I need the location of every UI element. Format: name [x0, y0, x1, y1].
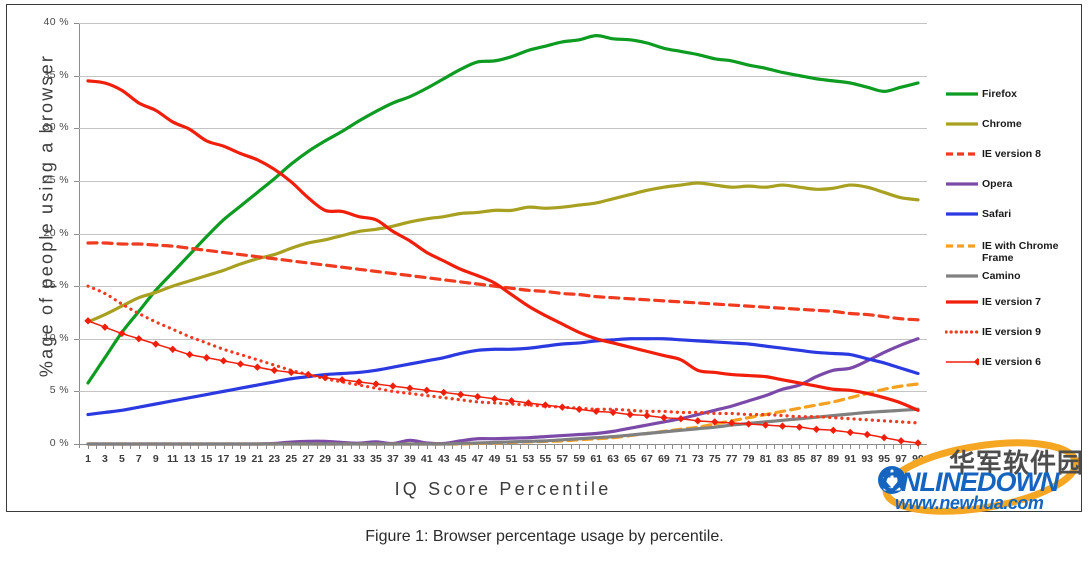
legend-label: IE version 9 [982, 326, 1041, 338]
legend-item[interactable]: IE with Chrome Frame [945, 239, 1058, 264]
y-tick-label: 30 % [43, 121, 69, 134]
legend-swatch-icon [945, 325, 979, 339]
series-marker [812, 425, 821, 433]
series-marker [829, 426, 837, 434]
chart-frame: %age of people using a browser 0 % 5 % 10 … [6, 4, 1083, 515]
figure-caption: Figure 1: Browser percentage usage by pe… [365, 528, 724, 545]
legend-swatch-icon [945, 355, 979, 369]
legend-item[interactable]: Firefox [945, 87, 1017, 101]
series-line [86, 337, 920, 417]
y-tick-label: 15 % [43, 279, 69, 292]
series-marker [626, 410, 634, 419]
legend-label: IE with Chrome Frame [982, 240, 1059, 264]
series-marker [253, 363, 262, 371]
y-tick-label: 35 % [43, 68, 69, 81]
legend-swatch-icon [945, 117, 979, 131]
figure-container: %age of people using a browser 0 % 5 % 10 … [0, 0, 1089, 566]
series-marker [778, 422, 787, 430]
legend-label: Opera [982, 178, 1013, 190]
series-marker [389, 382, 397, 390]
legend-swatch-icon [945, 177, 979, 191]
legend-item[interactable]: Chrome [945, 117, 1022, 131]
legend-label: Camino [982, 270, 1021, 282]
y-tick-label: 25 % [43, 173, 69, 186]
series-marker [558, 403, 566, 411]
series-marker [406, 384, 414, 392]
series-marker [152, 340, 160, 348]
legend-swatch-icon [945, 147, 979, 161]
plot-area: 0 % 5 % 10 % 15 % 20 % 25 % 30 % 35 % 40 % 13579… [43, 16, 927, 465]
series-marker [694, 417, 702, 425]
legend-label: IE version 6 [982, 356, 1041, 368]
legend-item[interactable]: IE version 9 [945, 325, 1041, 339]
series-marker [456, 390, 465, 399]
series-marker [185, 350, 194, 359]
series-marker [440, 388, 448, 397]
series-marker [541, 401, 550, 409]
legend-label: Chrome [982, 118, 1022, 130]
watermark-url-text: www.newhua.com [895, 493, 1044, 513]
series-marker [219, 357, 228, 365]
series-marker [473, 392, 482, 401]
legend-swatch-icon [945, 269, 979, 283]
legend-swatch-icon [945, 87, 979, 101]
legend-item[interactable]: Safari [945, 207, 1011, 221]
legend-item[interactable]: IE version 7 [945, 295, 1041, 309]
series-lines [84, 34, 922, 447]
y-tick-label: 10 % [43, 331, 69, 344]
series-marker [744, 420, 753, 428]
series-marker [202, 354, 211, 362]
series-marker [169, 345, 177, 353]
legend-label: IE version 7 [982, 296, 1041, 308]
legend-item[interactable]: IE version 6 [945, 355, 1041, 369]
series-marker [101, 323, 109, 331]
y-tick-label: 20 % [43, 226, 69, 239]
legend-swatch-icon [945, 295, 979, 309]
y-tick-label: 40 % [43, 16, 69, 28]
series-marker [795, 423, 804, 431]
series-marker [863, 430, 871, 439]
series-line [86, 337, 920, 446]
watermark-logo: 华军软件园 ONLINEDOWN www.newhua.com [873, 437, 1089, 515]
series-line [86, 241, 920, 322]
series-line [86, 79, 920, 412]
series-marker [84, 317, 92, 325]
series-marker [423, 386, 431, 394]
y-tick-label: 0 % [49, 437, 69, 449]
series-marker [677, 415, 685, 423]
series-marker [490, 395, 499, 403]
legend-item[interactable]: Camino [945, 269, 1021, 283]
series-line [86, 284, 920, 425]
series-marker [643, 411, 651, 420]
legend-swatch-icon [945, 239, 979, 253]
legend-label: Firefox [982, 88, 1018, 100]
legend-item[interactable]: Opera [945, 177, 1012, 191]
y-tick-label: 5 % [49, 384, 69, 397]
series-marker [135, 335, 143, 343]
series-marker [575, 405, 583, 413]
legend-swatch-icon [945, 207, 979, 221]
legend-label: Safari [982, 208, 1012, 220]
series-marker [270, 366, 279, 375]
x-axis-title: IQ Score Percentile [394, 479, 612, 499]
series-marker [846, 428, 854, 437]
legend-label: IE version 8 [982, 148, 1041, 160]
series-marker [236, 360, 245, 368]
legend-item[interactable]: IE version 8 [945, 147, 1041, 161]
